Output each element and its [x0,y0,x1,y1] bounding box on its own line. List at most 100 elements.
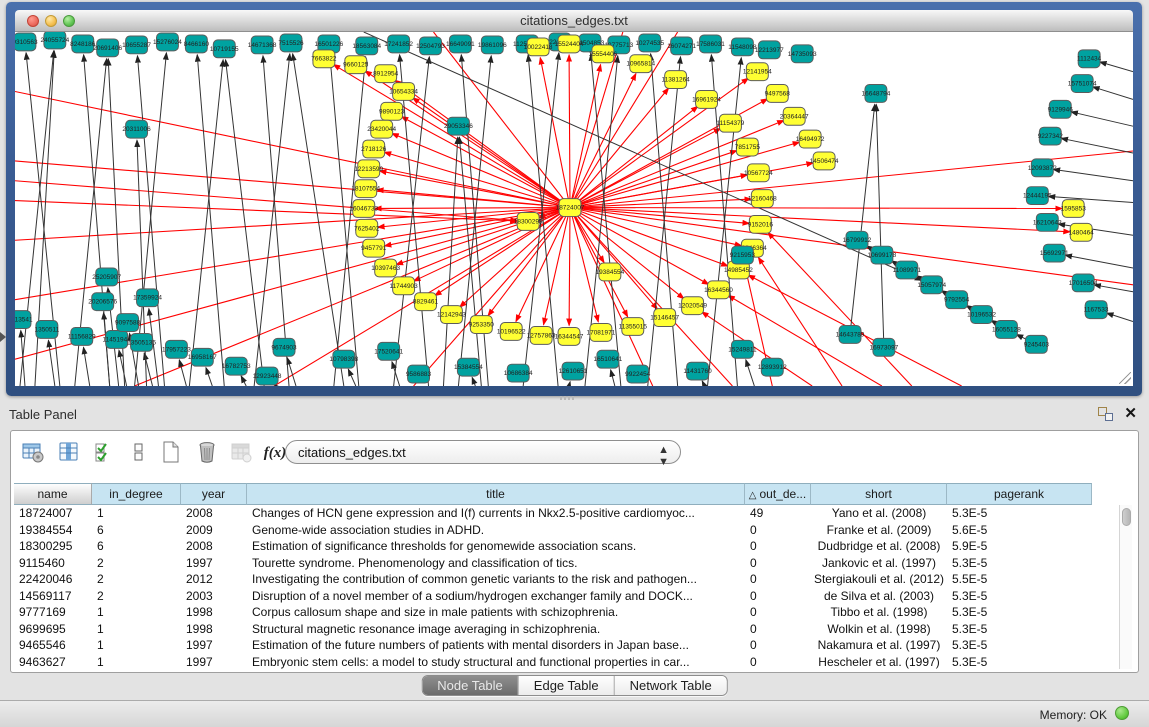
tab-node-table[interactable]: Node Table [422,676,519,695]
graph-node-label: 1350511 [35,326,60,333]
new-file-icon[interactable] [157,440,185,466]
table-row[interactable]: 946554611997Estimation of the future num… [14,637,1114,654]
graph-edge[interactable] [570,88,669,207]
table-row[interactable]: 1456911722003Disruption of a novel membe… [14,588,1114,605]
table-cell: de Silva et al. (2003) [811,588,947,605]
graph-edge[interactable] [1071,112,1133,126]
graph-edge[interactable] [241,376,246,386]
graph-edge[interactable] [570,199,751,207]
graph-edge[interactable] [254,54,290,386]
graph-edge[interactable] [15,161,570,208]
graph-edge[interactable] [179,360,186,386]
table-row[interactable]: 977716911998Corpus callosum shape and si… [14,604,1114,621]
graph-edge[interactable] [263,56,289,386]
window-titlebar[interactable]: citations_edges.txt [15,10,1133,32]
graph-edge[interactable] [1061,138,1133,153]
select-columns-icon[interactable] [91,440,119,466]
graph-edge[interactable] [48,340,54,386]
float-panel-icon[interactable] [1098,407,1113,421]
close-panel-icon[interactable]: ✕ [1124,404,1137,422]
graph-edge[interactable] [1094,285,1133,292]
graph-edge[interactable] [226,60,265,386]
sort-ascending-icon: △ [749,490,757,501]
network-graph[interactable]: 9310563240557248248186206914061065528715… [15,32,1133,386]
graph-edge[interactable] [570,208,749,224]
graph-edge[interactable] [1107,313,1133,322]
graph-edge[interactable] [1093,87,1133,100]
table-body[interactable]: 1872400712008Changes of HCN gene express… [14,505,1114,671]
table-row[interactable]: 1872400712008Changes of HCN gene express… [14,505,1114,522]
network-canvas[interactable]: 9310563240557248248186206914061065528715… [15,32,1133,386]
graph-edge[interactable] [702,312,812,386]
network-selector-dropdown[interactable]: citations_edges.txt ▲▼ [285,440,681,464]
graph-node-label: 8248186 [70,41,96,48]
graph-edge[interactable] [15,181,517,221]
column-header-short[interactable]: short [811,483,947,505]
graph-edge[interactable] [472,377,475,386]
graph-edge[interactable] [570,208,742,246]
graph-edge[interactable] [570,106,698,207]
graph-edge[interactable] [569,382,570,386]
graph-edge[interactable] [569,208,570,326]
graph-edge[interactable] [104,313,110,386]
column-header-year[interactable]: year [181,483,247,505]
graph-edge[interactable] [702,381,704,386]
column-header-out_de[interactable]: △out_de... [745,483,811,505]
graph-edge[interactable] [375,208,570,209]
tab-network-table[interactable]: Network Table [615,676,727,695]
graph-edge[interactable] [348,369,356,386]
table-row[interactable]: 2242004622012Investigating the contribut… [14,571,1114,588]
vertical-scrollbar[interactable] [1119,505,1132,669]
column-header-name[interactable]: name [14,483,92,505]
table-cell: Embryonic stem cells: a model to study s… [247,654,745,671]
graph-node-label: 14506474 [810,158,839,165]
graph-node-label: 10686384 [504,370,533,377]
graph-edge[interactable] [850,104,875,334]
graph-edge[interactable] [570,208,1062,209]
table-row[interactable]: 1830029562008Estimation of significance … [14,538,1114,555]
table-row[interactable]: 911546021997Tourette syndrome. Phenomeno… [14,555,1114,572]
graph-node-label: 1480464 [1069,229,1095,236]
column-header-pagerank[interactable]: pagerank [947,483,1092,505]
graph-edge[interactable] [206,368,212,386]
graph-edge[interactable] [197,55,224,386]
graph-edge[interactable] [1053,169,1133,180]
scrollbar-thumb[interactable] [1122,508,1131,526]
graph-edge[interactable] [648,57,681,386]
graph-node-label: 9227342 [1038,133,1064,140]
resize-grip[interactable] [1119,372,1131,384]
graph-edge[interactable] [569,55,570,208]
delete-icon[interactable] [193,440,221,466]
graph-edge[interactable] [876,104,884,347]
collapsed-panel-arrow-icon[interactable] [0,332,6,342]
graph-edge[interactable] [611,370,615,386]
graph-edge[interactable] [1048,196,1133,202]
table-row[interactable]: 1938455462009Genome-wide association stu… [14,522,1114,539]
graph-edge[interactable] [1065,255,1133,268]
graph-edge[interactable] [746,360,755,386]
show-column-icon[interactable] [55,440,83,466]
graph-node-label: 16973097 [869,344,898,351]
graph-edge[interactable] [189,60,223,386]
table-row[interactable]: 946362711997Embryonic stem cells: a mode… [14,654,1114,671]
table-type-tabs[interactable]: Node TableEdge TableNetwork Table [421,675,728,696]
column-header-title[interactable]: title [247,483,745,505]
graph-edge[interactable] [570,208,728,267]
network-window[interactable]: citations_edges.txt 93105632405572482481… [6,2,1142,396]
graph-edge[interactable] [293,54,344,386]
graph-edge[interactable] [570,64,601,207]
table-settings-icon[interactable] [19,440,47,466]
graph-edge[interactable] [570,208,1070,232]
graph-edge[interactable] [414,208,570,386]
graph-node-label: 10196532 [967,312,996,319]
row-height-icon[interactable] [125,440,153,466]
tab-edge-table[interactable]: Edge Table [519,676,615,695]
table-row[interactable]: 969969511998Structural magnetic resonanc… [14,621,1114,638]
column-header-in_degree[interactable]: in_degree [92,483,181,505]
graph-edge[interactable] [15,201,517,221]
graph-node-label: 11431760 [683,368,712,375]
graph-edge[interactable] [1100,62,1133,72]
table-cell: 18724007 [14,505,92,522]
graph-edge[interactable] [83,347,89,386]
table-cell: 6 [92,538,181,555]
